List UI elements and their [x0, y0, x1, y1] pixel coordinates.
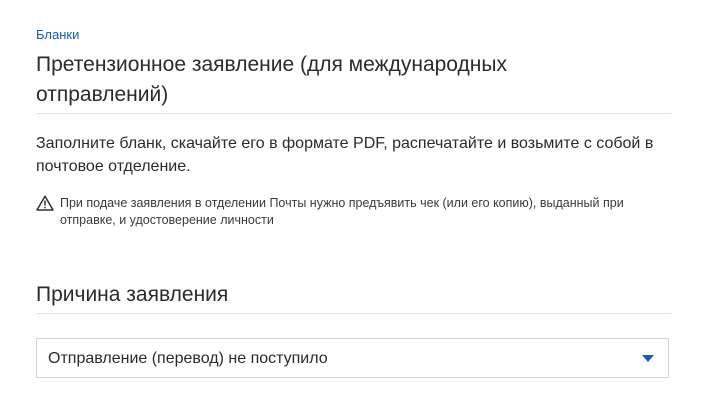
chevron-down-icon[interactable]	[642, 355, 654, 362]
reason-select[interactable]: Отправление (перевод) не поступило	[36, 338, 669, 378]
intro-text: Заполните бланк, скачайте его в формате …	[36, 135, 654, 175]
form-page: Бланки Претензионное заявление (для межд…	[0, 0, 724, 400]
section-divider	[36, 313, 671, 314]
breadcrumb-forms-link[interactable]: Бланки	[36, 27, 79, 42]
notice: При подаче заявления в отделении Почты н…	[36, 195, 676, 229]
title-divider	[36, 113, 671, 114]
reason-select-value: Отправление (перевод) не поступило	[48, 350, 328, 367]
warning-triangle-icon	[36, 195, 54, 211]
reason-section-title: Причина заявления	[36, 283, 229, 306]
notice-text: При подаче заявления в отделении Почты н…	[60, 196, 624, 227]
page-title: Претензионное заявление (для международн…	[36, 53, 507, 106]
